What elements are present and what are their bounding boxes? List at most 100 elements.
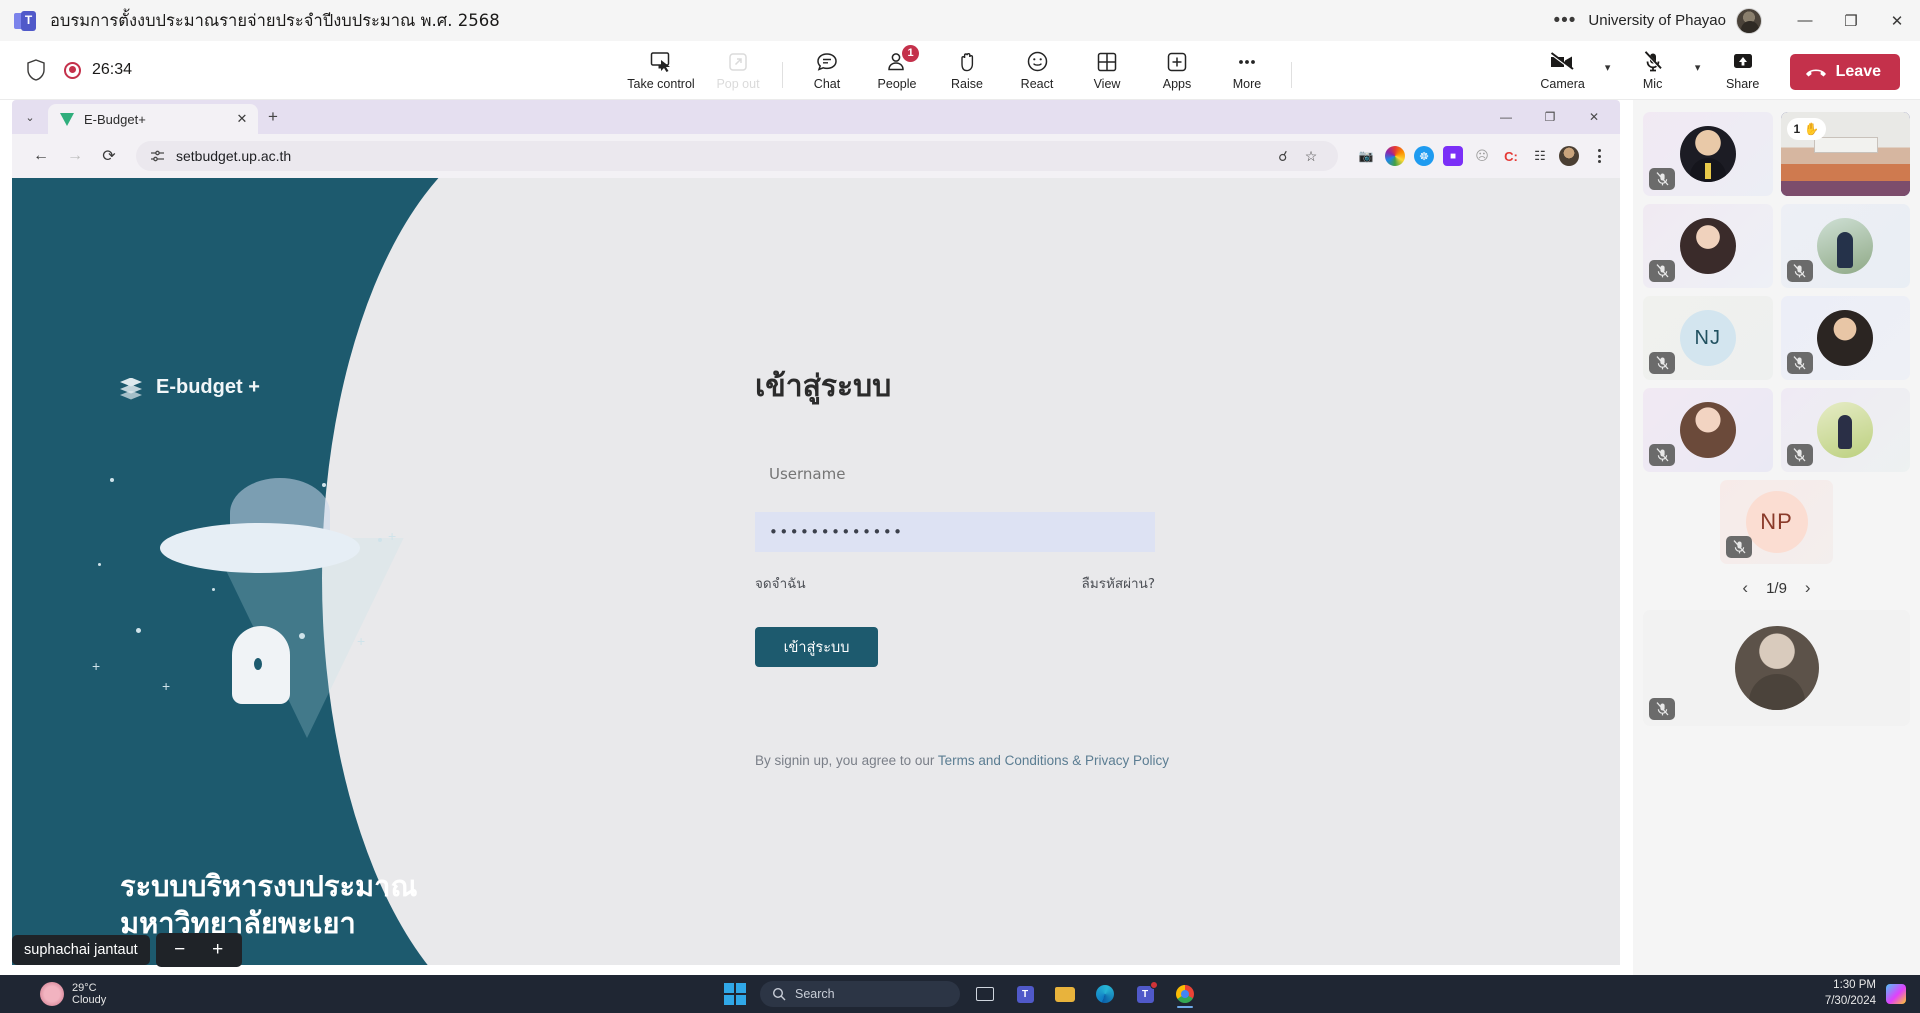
next-page-button[interactable]: › [1805,578,1811,598]
blue-spiral-icon[interactable]: ☸ [1414,146,1434,166]
browser-tab-strip: ⌄ E-Budget+ ✕ + — ❐ ✕ [12,100,1620,134]
folder-icon[interactable] [1050,979,1080,1009]
leave-button[interactable]: Leave [1789,53,1900,90]
participant-tile[interactable] [1643,112,1773,196]
browser-minimize-button[interactable]: — [1484,102,1528,132]
screenshot-camera-icon[interactable]: 📷 [1356,146,1376,166]
forgot-password-link[interactable]: ลืมรหัสผ่าน? [1082,572,1155,594]
reload-button[interactable]: ⟳ [94,141,124,171]
search-input[interactable]: Search [760,981,960,1007]
shield-icon[interactable] [26,59,46,81]
tab-title: E-Budget+ [84,111,146,127]
browser-toolbar: ← → ⟳ setbudget.up.ac.th ☌ ☆ � [12,134,1620,178]
forward-button: → [67,147,83,164]
address-bar[interactable]: setbudget.up.ac.th ☌ ☆ [136,141,1338,171]
app-brand: E-budget + [120,376,260,400]
screen-cursor-icon [649,50,673,74]
participant-tile[interactable] [1643,204,1773,288]
avatar[interactable] [1736,7,1762,34]
zoom-out-button[interactable]: − [164,937,196,963]
terms-link[interactable]: Terms and Conditions & Privacy Policy [938,753,1169,768]
teams-work-icon[interactable]: T [1130,979,1160,1009]
participant-tile[interactable] [1643,388,1773,472]
browser-maximize-button[interactable]: ❐ [1528,102,1572,132]
clock[interactable]: 1:30 PM 7/30/2024 [1825,978,1876,1009]
brand-label: E-budget + [156,376,260,398]
username-input[interactable] [755,454,1155,494]
view-button[interactable]: View [1072,45,1142,100]
raise-hand-button[interactable]: Raise [932,45,1002,100]
edge-icon[interactable] [1090,979,1120,1009]
windows-start-icon[interactable] [720,979,750,1009]
zoom-in-button[interactable]: + [202,937,234,963]
chat-button[interactable]: Chat [792,45,862,100]
participant-tile[interactable]: NP [1720,480,1833,564]
share-button[interactable]: Share [1708,45,1778,100]
password-key-icon[interactable]: ☌ [1270,143,1296,169]
apps-button[interactable]: Apps [1142,45,1212,100]
back-button[interactable]: ← [26,141,56,171]
url-text: setbudget.up.ac.th [176,148,292,164]
weather-widget[interactable]: 29°C Cloudy [40,982,106,1006]
avatar [1679,126,1736,182]
bookmark-star-icon[interactable]: ☆ [1298,143,1324,169]
zoom-controls: − + [155,933,242,967]
presenter-toolbar: suphachai jantaut − + [12,933,242,967]
browser-menu-icon[interactable] [1588,149,1610,163]
spotlight-tile[interactable] [1643,610,1910,726]
password-input[interactable] [755,512,1155,552]
browser-close-button[interactable]: ✕ [1572,102,1616,132]
participant-tile[interactable]: 1 ✋ [1780,112,1910,196]
tune-icon[interactable] [150,149,165,163]
more-button[interactable]: More [1212,45,1282,100]
teams-app-icon [14,10,36,31]
more-label: More [1232,76,1262,91]
plus-square-icon [1166,50,1188,74]
pop-out-button: Pop out [703,45,773,100]
terms-text: By signin up, you agree to our Terms and… [755,753,1169,768]
task-view-icon[interactable] [970,979,1000,1009]
camera-button[interactable]: Camera [1528,45,1598,100]
take-control-button[interactable]: Take control [619,45,703,100]
new-tab-button[interactable]: + [258,100,288,134]
av-controls: Camera ▾ Mic ▾ Share Leave [1528,41,1920,100]
tab-search-chevron-down-icon[interactable]: ⌄ [12,100,48,134]
ufo-saucer [160,523,360,573]
camera-chevron-down-icon[interactable]: ▾ [1598,45,1618,100]
browser-tab[interactable]: E-Budget+ ✕ [48,104,258,134]
weather-temp: 29°C [72,982,97,994]
react-button[interactable]: React [1002,45,1072,100]
copilot-icon[interactable] [1886,984,1906,1004]
title-overflow-icon[interactable]: ••• [1541,10,1588,32]
mic-chevron-down-icon[interactable]: ▾ [1688,45,1708,100]
participant-tile[interactable] [1780,296,1910,380]
ghost-icon[interactable]: ☹ [1472,146,1492,166]
search-icon [772,987,786,1001]
close-button[interactable]: ✕ [1874,0,1920,41]
share-label: Share [1725,76,1760,91]
participant-tile[interactable]: NJ [1643,296,1773,380]
extensions-puzzle-icon[interactable]: ☷ [1530,146,1550,166]
leave-label: Leave [1835,62,1881,80]
mic-button[interactable]: Mic [1618,45,1688,100]
minimize-button[interactable]: — [1782,0,1828,41]
color-wheel-icon[interactable] [1385,146,1405,166]
remember-me-link[interactable]: จดจำฉัน [755,572,806,594]
prev-page-button[interactable]: ‹ [1742,578,1748,598]
profile-avatar-icon[interactable] [1559,146,1579,166]
chrome-icon[interactable] [1170,979,1200,1009]
participant-tile[interactable] [1780,388,1910,472]
browser-window-controls: — ❐ ✕ [1484,100,1620,134]
maximize-button[interactable]: ❐ [1828,0,1874,41]
participant-tile[interactable] [1780,204,1910,288]
c-colon-icon[interactable]: C: [1501,146,1521,166]
meeting-title: อบรมการตั้งงบประมาณรายจ่ายประจำปีงบประมา… [50,10,500,30]
login-button[interactable]: เข้าสู่ระบบ [755,627,878,667]
teams-icon[interactable]: T [1010,979,1040,1009]
purple-layers-icon[interactable]: ■ [1443,146,1463,166]
title-bar-right: ••• University of Phayao — ❐ ✕ [1541,0,1920,41]
people-button[interactable]: 1 People [862,44,932,100]
tab-close-icon[interactable]: ✕ [234,111,250,127]
controls-divider [782,61,783,88]
controls-divider-2 [1291,61,1292,88]
